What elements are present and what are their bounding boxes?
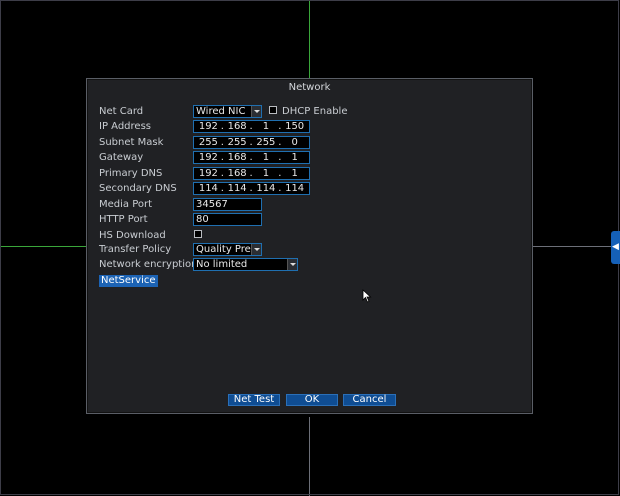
- network-dialog: Network Net Card Wired NIC DHCP Enable I…: [86, 78, 533, 414]
- network-encryption-select[interactable]: No limited: [193, 258, 298, 271]
- network-encryption-label: Network encryption: [99, 259, 198, 270]
- net-card-value: Wired NIC: [196, 106, 246, 117]
- network-encryption-value: No limited: [196, 259, 248, 270]
- subnet-octet[interactable]: 255: [221, 137, 252, 148]
- chevron-down-icon: [251, 106, 261, 117]
- media-port-input[interactable]: 34567: [193, 198, 262, 211]
- gateway-field[interactable]: 192 168 1 1: [193, 151, 310, 164]
- gateway-octet[interactable]: 192: [194, 152, 223, 163]
- ip-address-label: IP Address: [99, 121, 151, 132]
- ip-octet[interactable]: 168: [221, 121, 252, 132]
- subnet-mask-row: Subnet Mask 255 255 255 0: [99, 135, 399, 150]
- media-port-label: Media Port: [99, 199, 153, 210]
- subnet-mask-field[interactable]: 255 255 255 0: [193, 136, 310, 149]
- gateway-octet[interactable]: 1: [250, 152, 281, 163]
- channel-divider-horizontal-right: [533, 246, 611, 247]
- transfer-policy-label: Transfer Policy: [99, 244, 172, 255]
- dhcp-checkbox[interactable]: [269, 106, 277, 114]
- ip-address-field[interactable]: 192 168 1 150: [193, 120, 310, 133]
- chevron-down-icon: [251, 244, 261, 255]
- secondary-dns-octet[interactable]: 114: [221, 183, 252, 194]
- dhcp-label: DHCP Enable: [282, 106, 348, 117]
- primary-dns-octet[interactable]: 1: [250, 168, 281, 179]
- mouse-pointer-icon: [362, 289, 372, 303]
- channel-divider-vertical-bottom: [309, 417, 310, 496]
- secondary-dns-octet[interactable]: 114: [250, 183, 281, 194]
- primary-dns-octet[interactable]: 168: [221, 168, 252, 179]
- secondary-dns-octet[interactable]: 114: [194, 183, 223, 194]
- gateway-octet[interactable]: 168: [221, 152, 252, 163]
- primary-dns-field[interactable]: 192 168 1 1: [193, 167, 310, 180]
- secondary-dns-row: Secondary DNS 114 114 114 114: [99, 181, 399, 196]
- gateway-octet[interactable]: 1: [278, 152, 309, 163]
- ip-octet[interactable]: 150: [278, 121, 309, 132]
- side-panel-tab[interactable]: ◀: [611, 231, 620, 264]
- cancel-button[interactable]: Cancel: [343, 394, 396, 406]
- secondary-dns-octet[interactable]: 114: [278, 183, 309, 194]
- http-port-label: HTTP Port: [99, 214, 148, 225]
- netservice-button[interactable]: NetService: [99, 275, 158, 287]
- primary-dns-row: Primary DNS 192 168 1 1: [99, 166, 399, 181]
- hs-download-checkbox[interactable]: [194, 230, 202, 238]
- ip-address-row: IP Address 192 168 1 150: [99, 119, 399, 134]
- secondary-dns-label: Secondary DNS: [99, 183, 177, 194]
- http-port-row: HTTP Port 80: [99, 212, 399, 227]
- channel-divider-vertical-top: [309, 0, 310, 78]
- dialog-title: Network: [288, 82, 331, 93]
- hs-download-row: HS Download: [99, 228, 399, 243]
- chevron-down-icon: [287, 259, 297, 270]
- net-card-row: Net Card Wired NIC DHCP Enable: [99, 104, 519, 119]
- primary-dns-label: Primary DNS: [99, 168, 163, 179]
- subnet-octet[interactable]: 0: [278, 137, 309, 148]
- subnet-octet[interactable]: 255: [194, 137, 223, 148]
- net-card-select[interactable]: Wired NIC: [193, 105, 262, 118]
- net-test-button[interactable]: Net Test: [228, 394, 280, 406]
- chevron-left-icon: ◀: [612, 242, 619, 252]
- subnet-mask-label: Subnet Mask: [99, 137, 164, 148]
- ip-octet[interactable]: 192: [194, 121, 223, 132]
- transfer-policy-select[interactable]: Quality Prefe: [193, 243, 262, 256]
- gateway-row: Gateway 192 168 1 1: [99, 150, 399, 165]
- hs-download-label: HS Download: [99, 230, 166, 241]
- transfer-policy-row: Transfer Policy Quality Prefe: [99, 242, 399, 257]
- secondary-dns-field[interactable]: 114 114 114 114: [193, 182, 310, 195]
- http-port-input[interactable]: 80: [193, 213, 262, 226]
- gateway-label: Gateway: [99, 152, 144, 163]
- net-card-label: Net Card: [99, 106, 144, 117]
- primary-dns-octet[interactable]: 192: [194, 168, 223, 179]
- ip-octet[interactable]: 1: [250, 121, 281, 132]
- media-port-row: Media Port 34567: [99, 197, 399, 212]
- network-encryption-row: Network encryption No limited: [99, 257, 399, 272]
- subnet-octet[interactable]: 255: [250, 137, 281, 148]
- ok-button[interactable]: OK: [286, 394, 338, 406]
- primary-dns-octet[interactable]: 1: [278, 168, 309, 179]
- channel-divider-horizontal-left: [0, 246, 88, 247]
